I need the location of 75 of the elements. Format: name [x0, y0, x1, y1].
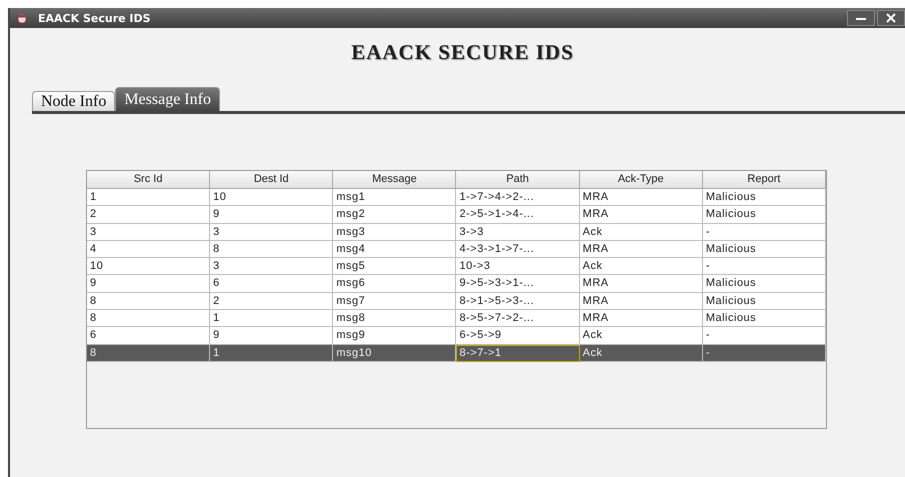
column-header[interactable]: Src Id: [87, 171, 210, 189]
table-cell[interactable]: 6: [210, 275, 334, 293]
table-cell[interactable]: 10: [87, 258, 210, 276]
tab[interactable]: Node Info: [32, 91, 116, 111]
table-cell[interactable]: 3: [87, 224, 210, 241]
window-title: EAACK Secure IDS: [38, 12, 152, 24]
table-cell[interactable]: Malicious: [702, 275, 826, 293]
table-cell[interactable]: Ack: [580, 224, 703, 241]
table-cell[interactable]: 2: [87, 206, 210, 224]
table-cell[interactable]: msg6: [333, 275, 456, 293]
table-cell[interactable]: msg9: [333, 327, 456, 345]
minimize-button[interactable]: [847, 10, 875, 26]
table-cell[interactable]: MRA: [580, 189, 703, 206]
table-cell[interactable]: 1->7->4->2-...: [456, 189, 580, 206]
table-cell[interactable]: Malicious: [702, 240, 826, 258]
table-cell[interactable]: -: [702, 258, 826, 276]
column-header[interactable]: Path: [456, 171, 580, 189]
table-cell[interactable]: -: [702, 224, 826, 241]
table-cell[interactable]: 9: [210, 206, 334, 224]
table-cell[interactable]: 8: [87, 344, 210, 362]
table-cell[interactable]: 2->5->1->4-...: [456, 206, 580, 224]
table-cell[interactable]: 8->7->1: [456, 344, 580, 362]
table-cell[interactable]: 9: [87, 275, 210, 293]
column-header[interactable]: Message: [333, 171, 456, 189]
table-cell[interactable]: Ack: [580, 258, 703, 276]
table-cell[interactable]: Malicious: [702, 292, 826, 310]
table-cell[interactable]: msg2: [333, 206, 456, 224]
column-header[interactable]: Ack-Type: [580, 171, 703, 189]
table-cell[interactable]: -: [702, 344, 826, 362]
table-cell[interactable]: 6->5->9: [456, 327, 580, 345]
table-cell[interactable]: 1: [210, 344, 334, 362]
table-cell[interactable]: 8: [87, 310, 210, 328]
table-cell[interactable]: 8: [210, 240, 334, 258]
cup-icon: [16, 12, 28, 24]
table-cell[interactable]: Malicious: [702, 310, 826, 328]
table-cell[interactable]: msg3: [333, 224, 456, 241]
table-cell[interactable]: 3: [210, 258, 334, 276]
table-cell[interactable]: msg10: [333, 344, 456, 362]
table-cell[interactable]: Malicious: [702, 206, 826, 224]
table-cell[interactable]: Ack: [580, 344, 703, 362]
table-cell[interactable]: 4: [87, 240, 210, 258]
table-cell[interactable]: 1: [87, 189, 210, 206]
table-cell[interactable]: 10: [210, 189, 334, 206]
table-cell[interactable]: MRA: [580, 275, 703, 293]
table-cell[interactable]: MRA: [580, 240, 703, 258]
table-cell[interactable]: 9: [210, 327, 334, 345]
column-header[interactable]: Dest Id: [210, 171, 334, 189]
table-cell[interactable]: Ack: [580, 327, 703, 345]
table-cell[interactable]: 8->5->7->2-...: [456, 310, 580, 328]
table-cell[interactable]: msg4: [333, 240, 456, 258]
table-cell[interactable]: MRA: [580, 206, 703, 224]
tab[interactable]: Message Info: [115, 87, 220, 111]
table-cell[interactable]: 3: [210, 224, 334, 241]
table-cell[interactable]: 10->3: [456, 258, 580, 276]
table-cell[interactable]: msg1: [333, 189, 456, 206]
close-button[interactable]: [877, 10, 905, 26]
table-cell[interactable]: 1: [210, 310, 334, 328]
table-cell[interactable]: Malicious: [702, 189, 826, 206]
table-cell[interactable]: 2: [210, 292, 334, 310]
table-cell[interactable]: 8: [87, 292, 210, 310]
table-cell[interactable]: 3->3: [456, 224, 580, 241]
table-cell[interactable]: 8->1->5->3-...: [456, 292, 580, 310]
table-cell[interactable]: 6: [87, 327, 210, 345]
app-heading: EAACK SECURE IDS: [351, 40, 574, 65]
column-header[interactable]: Report: [702, 171, 826, 189]
minimize-icon: [856, 15, 866, 21]
table-cell[interactable]: msg8: [333, 310, 456, 328]
table-cell[interactable]: -: [702, 327, 826, 345]
table-cell[interactable]: MRA: [580, 292, 703, 310]
table-cell[interactable]: MRA: [580, 310, 703, 328]
table-cell[interactable]: msg7: [333, 292, 456, 310]
table-cell[interactable]: msg5: [333, 258, 456, 276]
table-cell[interactable]: 9->5->3->1-...: [456, 275, 580, 293]
close-icon: [886, 13, 896, 23]
table-cell[interactable]: 4->3->1->7-...: [456, 240, 580, 258]
